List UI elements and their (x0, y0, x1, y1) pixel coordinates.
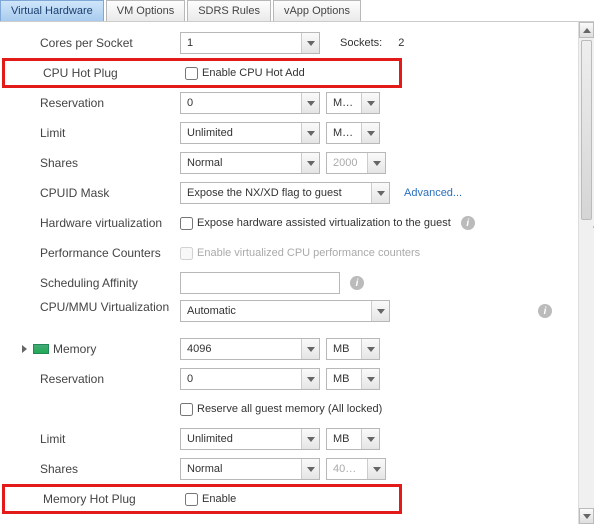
tab-virtual-hardware[interactable]: Virtual Hardware (0, 0, 104, 21)
tab-sdrs-rules[interactable]: SDRS Rules (187, 0, 271, 21)
chevron-down-icon (301, 153, 319, 173)
mem-reservation-select[interactable]: 0 (180, 368, 320, 390)
scroll-down-icon[interactable] (579, 508, 594, 524)
cpu-reservation-select[interactable]: 0 (180, 92, 320, 114)
label-cores-per-socket: Cores per Socket (0, 36, 180, 50)
chevron-down-icon (361, 123, 379, 143)
label-cpuid-mask: CPUID Mask (0, 186, 180, 200)
mem-limit-unit[interactable]: MB (326, 428, 380, 450)
checkbox-mem-hot-plug[interactable]: Enable (185, 493, 236, 506)
tab-vm-options[interactable]: VM Options (106, 0, 185, 21)
mem-shares-select[interactable]: Normal (180, 458, 320, 480)
checkbox-reserve-all-memory[interactable]: Reserve all guest memory (All locked) (180, 403, 382, 416)
chevron-down-icon (361, 369, 379, 389)
info-icon[interactable]: i (461, 216, 475, 230)
mem-reservation-unit[interactable]: MB (326, 368, 380, 390)
chevron-down-icon (367, 459, 385, 479)
cpu-limit-select[interactable]: Unlimited (180, 122, 320, 144)
label-mem-hot-plug: Memory Hot Plug (5, 492, 185, 506)
cores-per-socket-select[interactable]: 1 (180, 32, 320, 54)
memory-size-unit[interactable]: MB (326, 338, 380, 360)
label-cpu-mmu: CPU/MMU Virtualization (0, 300, 180, 314)
cpu-limit-unit[interactable]: MHz (326, 122, 380, 144)
checkbox-perf-counters: Enable virtualized CPU performance count… (180, 247, 420, 260)
chevron-down-icon (361, 93, 379, 113)
scroll-up-icon[interactable] (579, 22, 594, 38)
label-cpu-shares: Shares (0, 156, 180, 170)
chevron-down-icon (301, 123, 319, 143)
settings-panel: Cores per Socket 1 Sockets: 2 CPU Hot Pl… (0, 22, 572, 524)
label-cpu-reservation: Reservation (0, 96, 180, 110)
cpu-shares-select[interactable]: Normal (180, 152, 320, 174)
chevron-down-icon (301, 33, 319, 53)
label-hw-virt: Hardware virtualization (0, 216, 180, 230)
label-mem-shares: Shares (0, 462, 180, 476)
value-sockets: 2 (398, 37, 404, 49)
cpu-reservation-unit[interactable]: MHz (326, 92, 380, 114)
checkbox-cpu-hot-add[interactable]: Enable CPU Hot Add (185, 67, 305, 80)
label-sched-affinity: Scheduling Affinity (0, 276, 180, 290)
info-icon[interactable]: i (538, 304, 552, 318)
info-icon[interactable]: i (350, 276, 364, 290)
cpu-mmu-select[interactable]: Automatic (180, 300, 390, 322)
mem-limit-select[interactable]: Unlimited (180, 428, 320, 450)
checkbox-hw-virt[interactable]: Expose hardware assisted virtualization … (180, 217, 451, 230)
input-sched-affinity[interactable] (180, 272, 340, 294)
label-mem-limit: Limit (0, 432, 180, 446)
chevron-down-icon (301, 93, 319, 113)
label-perf-counters: Performance Counters (0, 246, 180, 260)
chevron-down-icon (301, 369, 319, 389)
chevron-down-icon (371, 183, 389, 203)
label-sockets: Sockets: (340, 37, 382, 49)
label-cpu-limit: Limit (0, 126, 180, 140)
chevron-down-icon (361, 429, 379, 449)
label-cpu-hot-plug: CPU Hot Plug (5, 66, 185, 80)
cpu-shares-value: 2000 (326, 152, 386, 174)
chevron-down-icon (301, 339, 319, 359)
chevron-down-icon (371, 301, 389, 321)
scroll-thumb[interactable] (581, 40, 592, 220)
chevron-down-icon (361, 339, 379, 359)
tab-bar: Virtual Hardware VM Options SDRS Rules v… (0, 0, 594, 22)
memory-icon (33, 344, 49, 354)
link-advanced[interactable]: Advanced... (404, 187, 462, 199)
mem-shares-value: 40960 (326, 458, 386, 480)
expand-icon (22, 345, 27, 353)
label-memory[interactable]: Memory (0, 342, 180, 356)
vertical-scrollbar[interactable] (578, 22, 594, 524)
memory-size-select[interactable]: 4096 (180, 338, 320, 360)
chevron-down-icon (301, 429, 319, 449)
label-mem-reservation: Reservation (0, 372, 180, 386)
tab-vapp-options[interactable]: vApp Options (273, 0, 361, 21)
chevron-down-icon (301, 459, 319, 479)
cpuid-mask-select[interactable]: Expose the NX/XD flag to guest (180, 182, 390, 204)
chevron-down-icon (367, 153, 385, 173)
